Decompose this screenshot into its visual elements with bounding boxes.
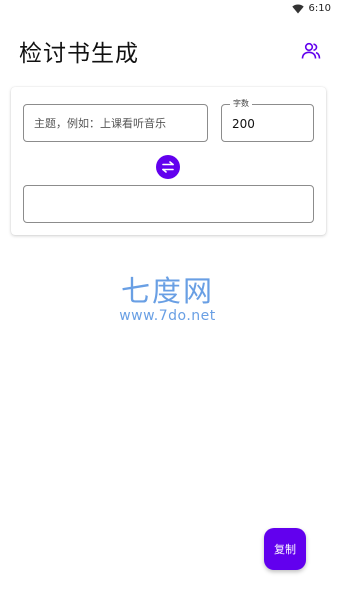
watermark-logo: 七度网 [120, 274, 214, 308]
page-title: 检讨书生成 [19, 41, 139, 67]
generator-card: 字数 200 [11, 87, 326, 235]
wifi-icon [291, 4, 304, 14]
word-count-field[interactable]: 字数 200 [221, 98, 314, 142]
status-time: 6:10 [308, 3, 331, 14]
app-screen: 6:10 检讨书生成 字数 200 [0, 0, 337, 600]
app-bar: 检讨书生成 [0, 20, 337, 84]
swap-horizontal-icon [161, 158, 175, 177]
group-icon [301, 42, 321, 64]
word-count-value: 200 [232, 117, 255, 131]
output-field[interactable] [23, 185, 314, 223]
watermark: 七度网 www.7do.net [110, 275, 225, 325]
account-button[interactable] [296, 38, 326, 68]
generate-swap-button[interactable] [156, 155, 180, 179]
copy-button[interactable]: 复制 [264, 528, 306, 570]
status-icons: 6:10 [291, 3, 331, 14]
topic-field [23, 104, 208, 142]
watermark-url: www.7do.net [119, 308, 216, 324]
topic-input[interactable] [24, 105, 207, 141]
word-count-label: 字数 [230, 98, 252, 110]
status-bar: 6:10 [0, 0, 337, 20]
